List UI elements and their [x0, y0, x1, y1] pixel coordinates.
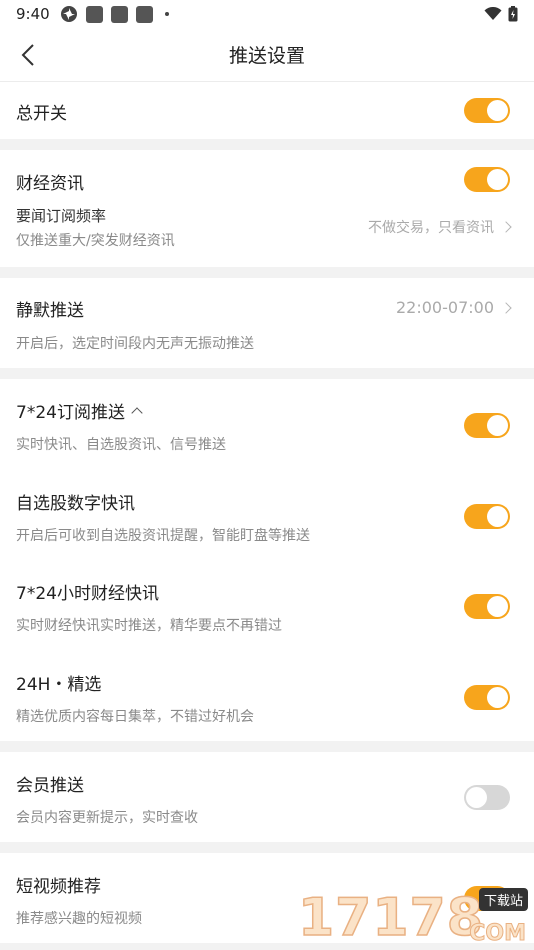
subs-card: 7*24订阅推送 实时快讯、自选股资讯、信号推送 自选股数字快讯 开启后可收到自… — [0, 379, 534, 741]
sub-desc: 实时财经快讯实时推送，精华要点不再错过 — [16, 618, 282, 634]
sub-item: 自选股数字快讯 开启后可收到自选股资讯提醒，智能盯盘等推送 — [0, 470, 534, 560]
finance-toggle[interactable] — [464, 167, 510, 192]
watermark-number: 17178 — [297, 887, 484, 949]
sub-title: 7*24小时财经快讯 — [16, 584, 159, 604]
chevron-up-icon — [131, 406, 143, 419]
wifi-icon — [484, 7, 502, 20]
video-desc: 推荐感兴趣的短视频 — [16, 911, 142, 927]
master-card: 总开关 — [0, 82, 534, 139]
nav-bar: 推送设置 — [0, 28, 534, 82]
sub-item: 7*24订阅推送 实时快讯、自选股资讯、信号推送 — [0, 379, 534, 469]
sub-toggle[interactable] — [464, 594, 510, 619]
app-notification-icon — [135, 5, 153, 23]
sub-toggle[interactable] — [464, 413, 510, 438]
sub-title: 7*24订阅推送 — [16, 403, 125, 423]
sub-desc: 开启后可收到自选股资讯提醒，智能盯盘等推送 — [16, 528, 310, 544]
sub-title: 24H・精选 — [16, 675, 102, 695]
battery-icon — [508, 6, 518, 22]
silent-time-group: 22:00-07:00 — [396, 298, 512, 317]
sub-item: 7*24小时财经快讯 实时财经快讯实时推送，精华要点不再错过 — [0, 560, 534, 650]
app-notification-icon — [85, 5, 103, 23]
sub-desc: 实时快讯、自选股资讯、信号推送 — [16, 437, 226, 453]
watermark-domain: COM — [469, 921, 527, 947]
sub-toggle[interactable] — [464, 504, 510, 529]
silent-card[interactable]: 静默推送 22:00-07:00 开启后，选定时间段内无声无振动推送 — [0, 278, 534, 368]
chevron-right-icon — [500, 221, 512, 233]
member-title: 会员推送 — [16, 776, 84, 796]
system-icons — [484, 6, 518, 22]
sub-desc: 精选优质内容每日集萃，不错过好机会 — [16, 709, 254, 725]
freq-value-group: 不做交易，只看资讯 — [368, 217, 512, 237]
watermark-badge: 下载站 — [478, 888, 528, 911]
sub-item: 24H・精选 精选优质内容每日集萃，不错过好机会 — [0, 651, 534, 741]
freq-desc: 仅推送重大/突发财经资讯 — [16, 233, 175, 249]
silent-time-range: 22:00-07:00 — [396, 298, 494, 317]
freq-value: 不做交易，只看资讯 — [368, 220, 494, 236]
finance-card: 财经资讯 要闻订阅频率 仅推送重大/突发财经资讯 不做交易，只看资讯 — [0, 150, 534, 267]
member-card: 会员推送 会员内容更新提示，实时查收 — [0, 752, 534, 842]
master-toggle[interactable] — [464, 98, 510, 123]
more-notifications-icon — [164, 12, 169, 16]
page-title: 推送设置 — [228, 45, 305, 67]
member-toggle[interactable] — [464, 785, 510, 810]
chevron-right-icon — [500, 301, 512, 314]
video-title: 短视频推荐 — [16, 877, 101, 897]
back-button[interactable] — [14, 41, 42, 69]
master-label: 总开关 — [16, 104, 67, 124]
pinwheel-icon — [60, 6, 77, 22]
app-notification-icon — [110, 5, 128, 23]
site-watermark: 17178 COM 下载站 — [297, 886, 530, 950]
back-arrow-icon — [21, 44, 34, 66]
status-time: 9:40 — [16, 5, 50, 23]
notification-icons — [60, 5, 169, 23]
sub-toggle[interactable] — [464, 685, 510, 710]
member-desc: 会员内容更新提示，实时查收 — [16, 810, 198, 826]
status-bar: 9:40 — [0, 0, 534, 28]
sub-title: 自选股数字快讯 — [16, 494, 135, 514]
freq-label: 要闻订阅频率 — [16, 207, 107, 225]
silent-desc: 开启后，选定时间段内无声无振动推送 — [16, 336, 254, 352]
sub-title-group[interactable]: 7*24订阅推送 — [16, 398, 143, 423]
silent-title: 静默推送 — [16, 301, 84, 321]
finance-title: 财经资讯 — [16, 174, 84, 194]
